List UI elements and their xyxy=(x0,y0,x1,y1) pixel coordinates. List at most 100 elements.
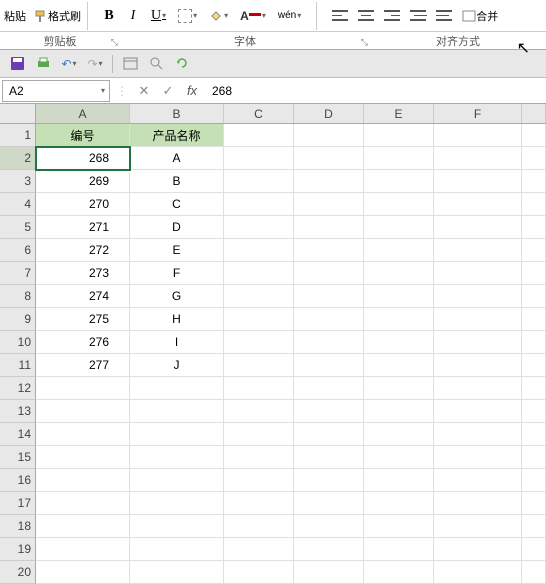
cell[interactable] xyxy=(364,354,434,377)
merge-button[interactable]: 合并 xyxy=(459,6,501,26)
cell[interactable] xyxy=(434,239,522,262)
cell[interactable] xyxy=(294,262,364,285)
cell[interactable] xyxy=(434,193,522,216)
cell[interactable] xyxy=(522,193,546,216)
cell[interactable]: I xyxy=(130,331,224,354)
cancel-button[interactable]: ✕ xyxy=(132,80,156,102)
cell[interactable] xyxy=(364,331,434,354)
fx-button[interactable]: fx xyxy=(180,80,204,102)
cell[interactable]: E xyxy=(130,239,224,262)
cell[interactable] xyxy=(522,400,546,423)
row-header[interactable]: 11 xyxy=(0,354,36,377)
cell[interactable] xyxy=(522,239,546,262)
cell[interactable]: 273 xyxy=(36,262,130,285)
cell[interactable] xyxy=(224,538,294,561)
cell[interactable] xyxy=(434,262,522,285)
cell[interactable] xyxy=(364,446,434,469)
cell[interactable] xyxy=(36,561,130,584)
cell[interactable] xyxy=(434,331,522,354)
bold-button[interactable]: B xyxy=(100,6,118,26)
name-box[interactable]: A2 ▾ xyxy=(2,80,110,102)
cell[interactable] xyxy=(224,285,294,308)
cell[interactable] xyxy=(522,285,546,308)
cell[interactable] xyxy=(364,124,434,147)
cell[interactable] xyxy=(522,377,546,400)
row-header[interactable]: 16 xyxy=(0,469,36,492)
cell[interactable] xyxy=(522,354,546,377)
row-header[interactable]: 2 xyxy=(0,147,36,170)
cell[interactable] xyxy=(294,124,364,147)
redo-button[interactable]: ↷▾ xyxy=(86,55,104,73)
cell[interactable] xyxy=(364,216,434,239)
cell[interactable] xyxy=(434,492,522,515)
row-header[interactable]: 8 xyxy=(0,285,36,308)
cell[interactable] xyxy=(522,446,546,469)
col-header-E[interactable]: E xyxy=(364,104,434,123)
cell[interactable]: F xyxy=(130,262,224,285)
cell[interactable] xyxy=(364,561,434,584)
cell[interactable] xyxy=(294,469,364,492)
cell[interactable] xyxy=(224,446,294,469)
align-center-button[interactable] xyxy=(355,6,377,26)
cell[interactable] xyxy=(224,239,294,262)
cell[interactable] xyxy=(294,331,364,354)
cell[interactable] xyxy=(364,193,434,216)
cell[interactable] xyxy=(434,377,522,400)
cell[interactable] xyxy=(364,423,434,446)
cell[interactable] xyxy=(36,469,130,492)
row-header[interactable]: 7 xyxy=(0,262,36,285)
cell[interactable] xyxy=(364,538,434,561)
cell[interactable] xyxy=(224,492,294,515)
cell[interactable] xyxy=(522,147,546,170)
cell[interactable] xyxy=(130,492,224,515)
cell[interactable] xyxy=(294,492,364,515)
underline-button[interactable]: U▾ xyxy=(148,6,169,26)
cell[interactable] xyxy=(130,538,224,561)
row-header[interactable]: 3 xyxy=(0,170,36,193)
col-header-D[interactable]: D xyxy=(294,104,364,123)
new-window-button[interactable] xyxy=(121,55,139,73)
cell[interactable] xyxy=(294,377,364,400)
cell[interactable] xyxy=(294,170,364,193)
cell[interactable] xyxy=(522,492,546,515)
cell[interactable] xyxy=(434,124,522,147)
cell[interactable]: 272 xyxy=(36,239,130,262)
row-header[interactable]: 5 xyxy=(0,216,36,239)
cell[interactable] xyxy=(522,170,546,193)
cell[interactable] xyxy=(294,308,364,331)
cell[interactable] xyxy=(364,239,434,262)
cell[interactable] xyxy=(434,423,522,446)
cell[interactable] xyxy=(36,515,130,538)
cell[interactable] xyxy=(224,170,294,193)
cell[interactable]: 269 xyxy=(36,170,130,193)
cell[interactable]: A xyxy=(130,147,224,170)
cell[interactable] xyxy=(224,354,294,377)
cell[interactable]: 276 xyxy=(36,331,130,354)
row-header[interactable]: 6 xyxy=(0,239,36,262)
cell[interactable]: 产品名称 xyxy=(130,124,224,147)
cell[interactable] xyxy=(130,469,224,492)
cell[interactable] xyxy=(522,124,546,147)
cell[interactable]: H xyxy=(130,308,224,331)
cell[interactable] xyxy=(434,285,522,308)
cell[interactable] xyxy=(522,538,546,561)
undo-button[interactable]: ↶▾ xyxy=(60,55,78,73)
cell[interactable]: D xyxy=(130,216,224,239)
cell[interactable] xyxy=(294,354,364,377)
preview-button[interactable] xyxy=(147,55,165,73)
cell[interactable] xyxy=(224,377,294,400)
cell[interactable] xyxy=(294,216,364,239)
cell[interactable] xyxy=(224,147,294,170)
chevron-down-icon[interactable]: ▾ xyxy=(101,86,105,95)
cell[interactable] xyxy=(36,492,130,515)
cell[interactable] xyxy=(294,400,364,423)
cell[interactable]: B xyxy=(130,170,224,193)
dialog-launcher-icon[interactable]: ⤡ xyxy=(361,37,368,48)
cell[interactable] xyxy=(364,308,434,331)
row-header[interactable]: 19 xyxy=(0,538,36,561)
cell[interactable] xyxy=(522,331,546,354)
cell[interactable] xyxy=(364,285,434,308)
cell[interactable] xyxy=(522,216,546,239)
cell[interactable] xyxy=(294,147,364,170)
cell[interactable] xyxy=(434,147,522,170)
